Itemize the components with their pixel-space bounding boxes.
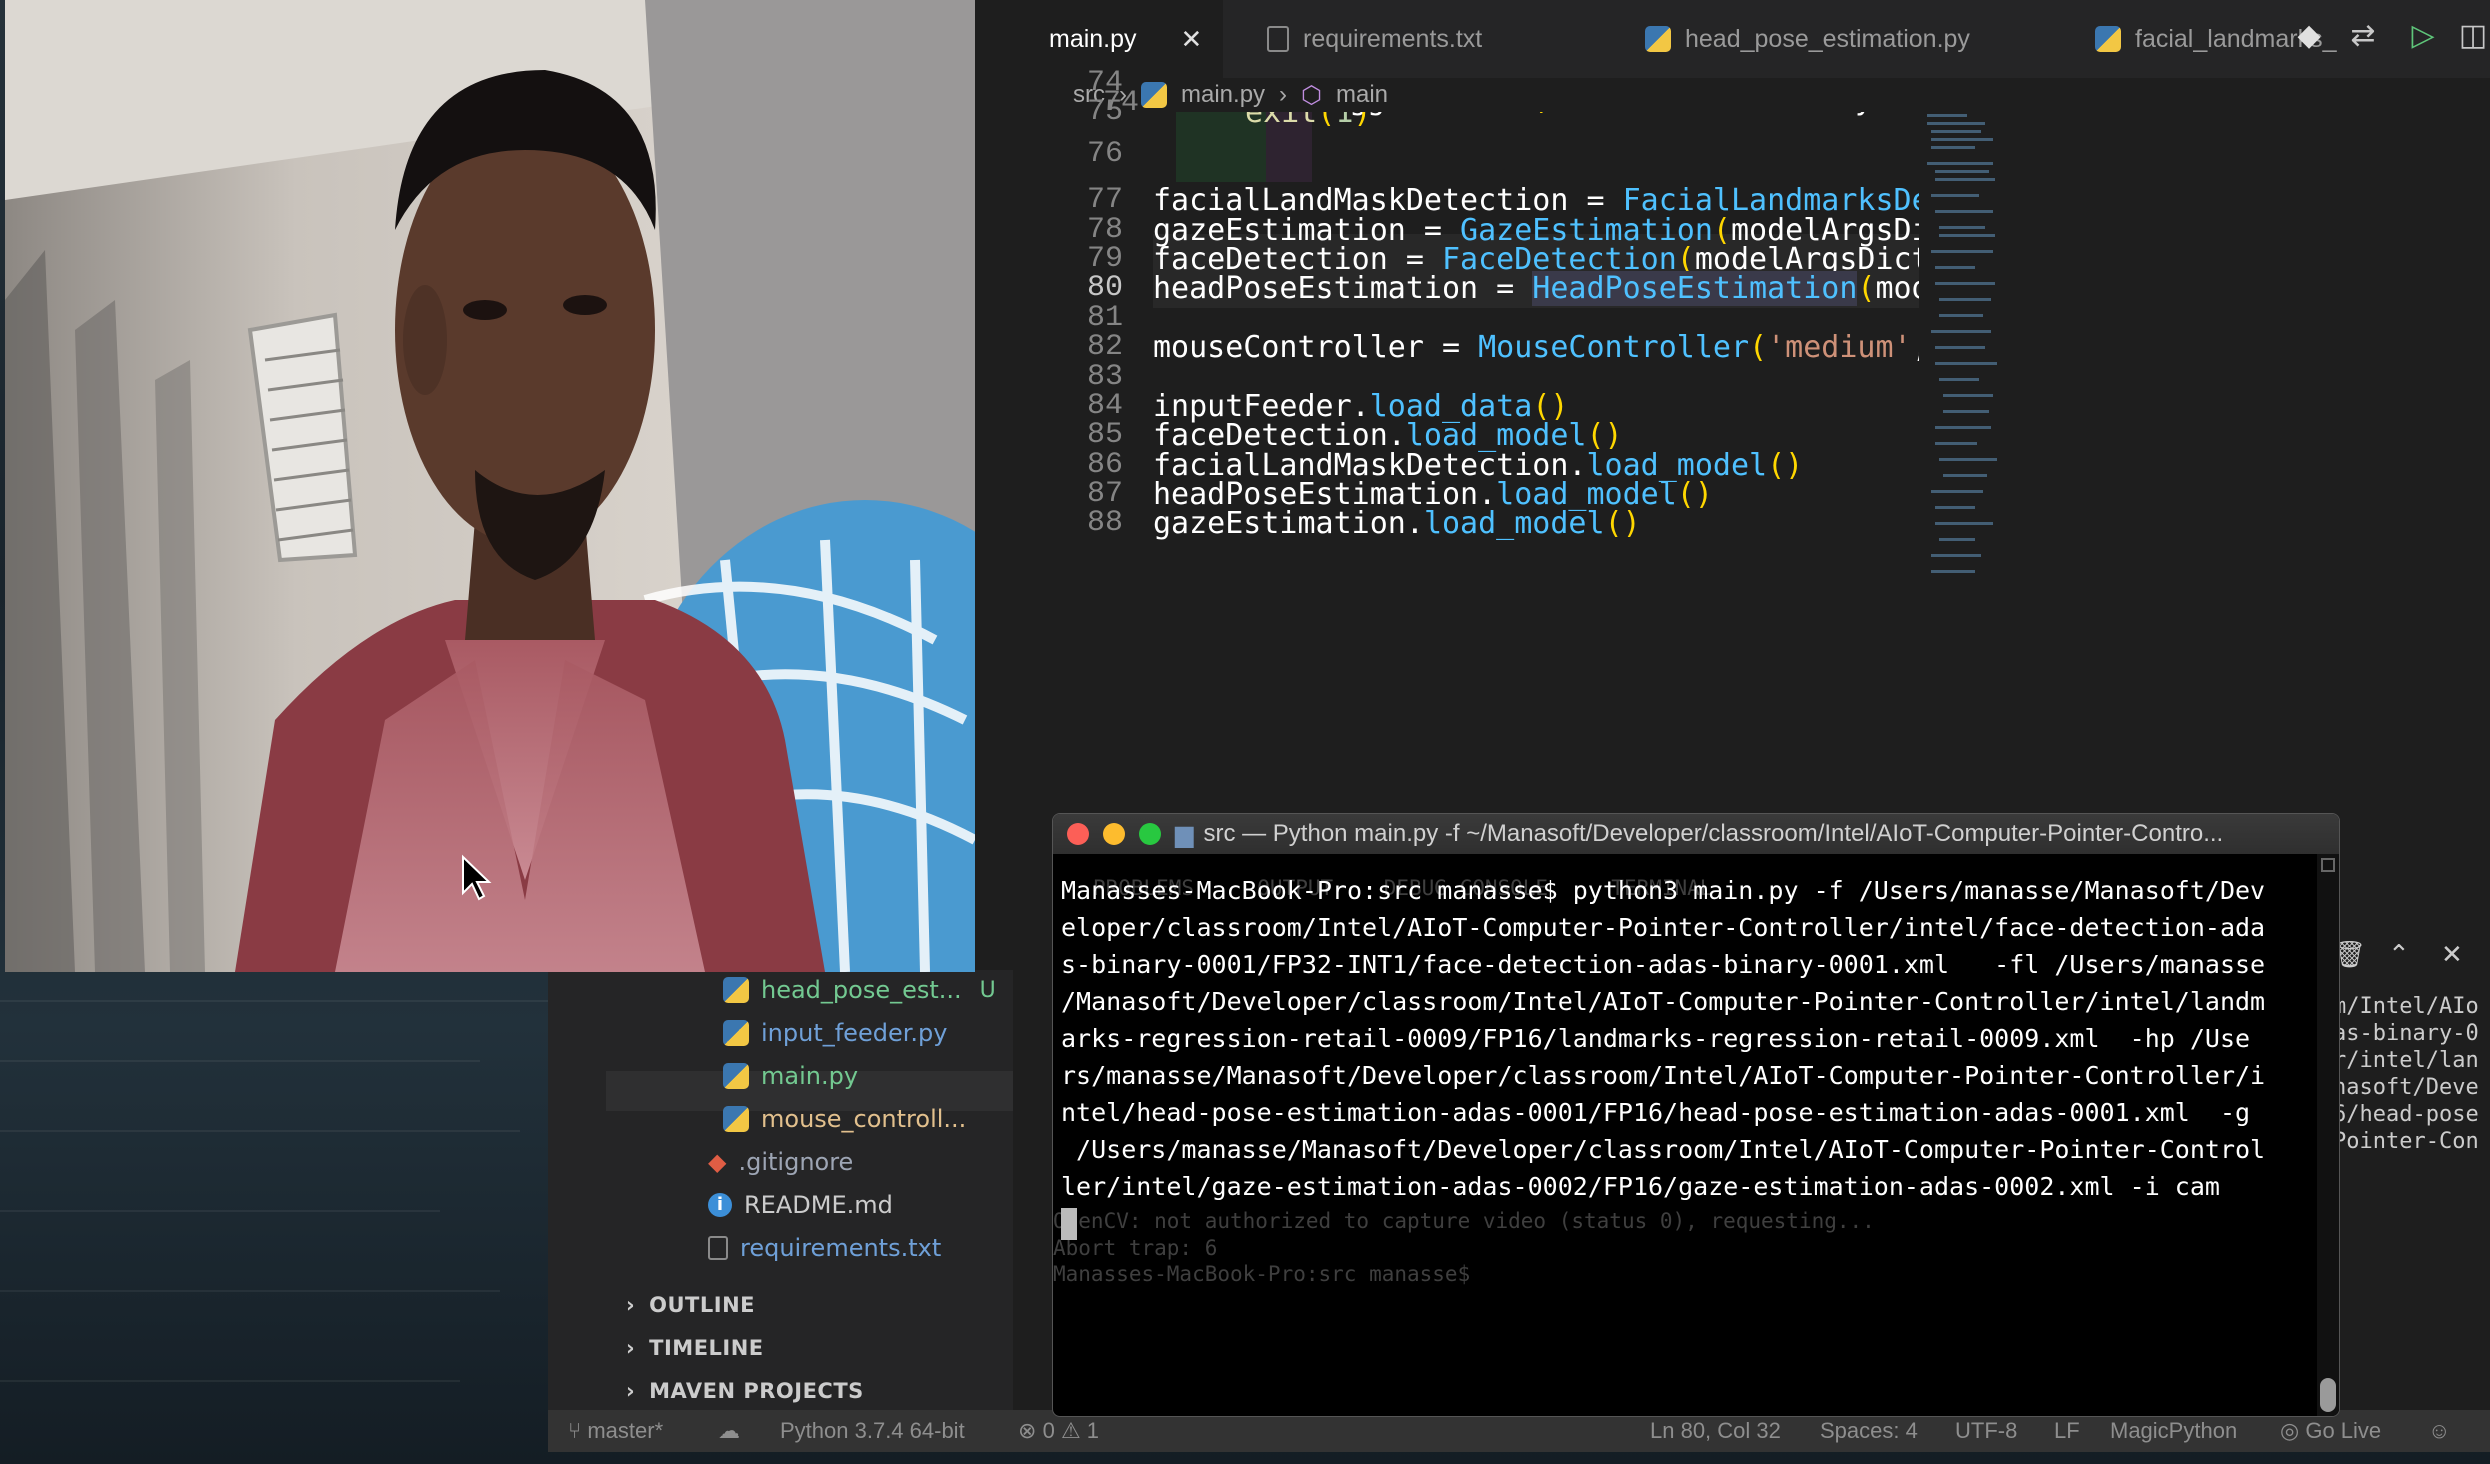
close-icon[interactable]: ✕ — [1181, 24, 1203, 55]
info-icon: i — [708, 1193, 732, 1217]
file-icon — [708, 1236, 728, 1260]
terminal-output[interactable]: Manasses-MacBook-Pro:src manasse$ python… — [1053, 854, 2318, 1416]
problems-status[interactable]: ⊗ 0 ⚠ 1 — [1018, 1418, 1099, 1444]
terminal-title: src — Python main.py -f ~/Manasoft/Devel… — [1203, 820, 2224, 847]
file-item-input-feeder[interactable]: input_feeder.py — [723, 1013, 947, 1053]
python-interpreter[interactable]: Python 3.7.4 64-bit — [780, 1418, 965, 1444]
broadcast-icon: ◎ — [2280, 1418, 2300, 1443]
run-icon[interactable]: ▷ — [2403, 18, 2443, 53]
chevron-right-icon: › — [626, 1293, 636, 1317]
section-maven-projects[interactable]: › MAVEN PROJECTS — [606, 1371, 864, 1411]
cursor-position[interactable]: Ln 80, Col 32 — [1650, 1418, 1781, 1444]
end-of-line[interactable]: LF — [2054, 1418, 2080, 1444]
scrollbar-thumb[interactable] — [2320, 1378, 2336, 1412]
python-icon — [723, 977, 749, 1003]
chevron-right-icon: › — [1279, 81, 1288, 108]
breadcrumb-symbol[interactable]: main — [1336, 81, 1388, 109]
close-icon[interactable]: ✕ — [2441, 940, 2463, 970]
minimap[interactable] — [1923, 112, 1998, 692]
section-timeline[interactable]: › TIMELINE — [606, 1328, 764, 1368]
python-icon — [1645, 26, 1671, 52]
symbol-module-icon: ⬡ — [1301, 81, 1322, 109]
zoom-window-button[interactable] — [1139, 823, 1161, 845]
split-editor-icon[interactable]: ◫ — [2453, 18, 2490, 53]
sync-icon[interactable]: ☁ — [718, 1418, 740, 1444]
tab-requirements-txt[interactable]: requirements.txt — [1245, 0, 1504, 78]
terminal-scrollbar[interactable] — [2317, 854, 2339, 1416]
file-item-main-py[interactable]: main.py — [723, 1056, 858, 1096]
terminal-panel-output: m/Intel/AIo as-binary-0 r/intel/lan naso… — [2333, 994, 2479, 1154]
python-icon — [2095, 26, 2121, 52]
terminal-title-bar[interactable]: ▆ src — Python main.py -f ~/Manasoft/Dev… — [1053, 814, 2339, 854]
chevron-right-icon: › — [626, 1379, 636, 1403]
tab-head-pose-estimation[interactable]: head_pose_estimation.py — [1623, 0, 1992, 78]
chevron-up-icon[interactable]: ⌃ — [2388, 940, 2410, 970]
python-icon — [1141, 82, 1167, 108]
line-numbers: 74 75 76 77 78 79 80 81 82 83 84 85 86 8… — [1086, 66, 1123, 540]
code-lines: logger.error("xml "+fileNameKey+" file n… — [1153, 112, 1919, 812]
file-icon — [1267, 26, 1289, 52]
terminal-window[interactable]: ▆ src — Python main.py -f ~/Manasoft/Dev… — [1052, 813, 2340, 1417]
go-live-button[interactable]: ◎ Go Live — [2280, 1418, 2381, 1444]
webcam-image — [5, 0, 975, 972]
file-item-mouse-controller[interactable]: mouse_controll... — [723, 1099, 966, 1139]
pull-request-icon[interactable]: ⇄ — [2343, 18, 2383, 53]
section-outline[interactable]: › OUTLINE — [606, 1285, 755, 1325]
python-icon — [723, 1020, 749, 1046]
python-icon — [723, 1106, 749, 1132]
warning-icon: ⚠ — [1060, 1418, 1081, 1443]
breadcrumb: src › main.py › ⬡ main — [1013, 78, 2490, 112]
python-icon — [723, 1063, 749, 1089]
language-mode[interactable]: MagicPython — [2110, 1418, 2237, 1444]
webcam-preview — [5, 0, 975, 972]
git-icon: ◆ — [708, 1148, 727, 1176]
git-compare-icon[interactable]: ◆ — [2289, 18, 2329, 53]
feedback-icon[interactable]: ☺ — [2428, 1418, 2450, 1444]
file-item-requirements[interactable]: requirements.txt — [708, 1228, 941, 1268]
error-icon: ⊗ — [1018, 1418, 1037, 1443]
chevron-right-icon: › — [626, 1336, 636, 1360]
scroll-marker-icon — [2321, 858, 2335, 872]
close-window-button[interactable] — [1067, 823, 1089, 845]
git-branch-status[interactable]: ⑂ master* — [568, 1418, 663, 1444]
file-item-gitignore[interactable]: ◆ .gitignore — [708, 1142, 853, 1182]
branch-icon: ⑂ — [568, 1418, 582, 1443]
terminal-cursor — [1061, 1208, 1077, 1240]
encoding[interactable]: UTF-8 — [1955, 1418, 2017, 1444]
indentation[interactable]: Spaces: 4 — [1820, 1418, 1918, 1444]
minimize-window-button[interactable] — [1103, 823, 1125, 845]
file-item-readme[interactable]: i README.md — [708, 1185, 893, 1225]
editor-tab-bar: main.py ✕ requirements.txt head_pose_est… — [1013, 0, 2490, 78]
file-item-head-pose-estimation[interactable]: head_pose_est... U — [723, 970, 996, 1010]
folder-icon: ▆ — [1175, 820, 1194, 848]
breadcrumb-file[interactable]: main.py — [1181, 81, 1265, 109]
